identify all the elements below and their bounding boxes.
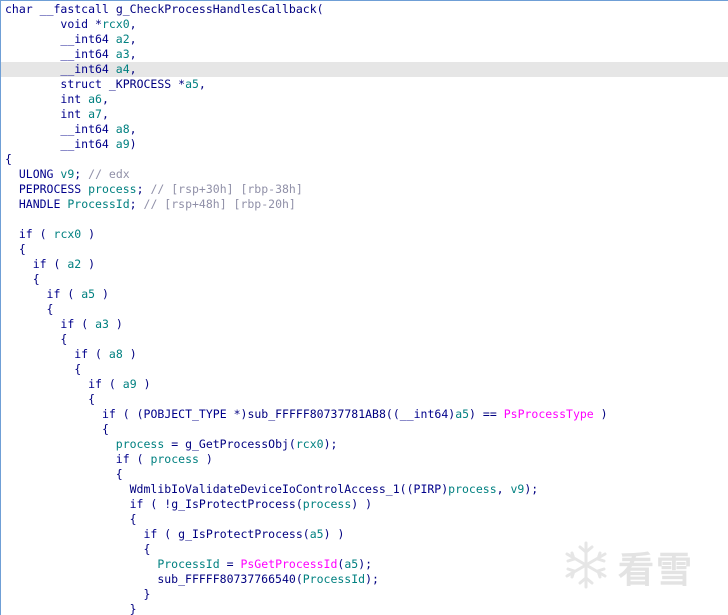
code-line[interactable]: __int64 a9) <box>1 137 728 152</box>
code-line[interactable]: if ( process ) <box>1 452 728 467</box>
code-line[interactable]: { <box>1 332 728 347</box>
code-line[interactable]: char __fastcall g_CheckProcessHandlesCal… <box>1 2 728 17</box>
code-line[interactable]: ULONG v9; // edx <box>1 167 728 182</box>
code-line[interactable]: int a7, <box>1 107 728 122</box>
code-line[interactable]: struct _KPROCESS *a5, <box>1 77 728 92</box>
code-line[interactable]: WdmlibIoValidateDeviceIoControlAccess_1(… <box>1 482 728 497</box>
code-line[interactable]: void *rcx0, <box>1 17 728 32</box>
code-line[interactable]: { <box>1 392 728 407</box>
code-line[interactable]: if ( a9 ) <box>1 377 728 392</box>
code-line[interactable]: __int64 a2, <box>1 32 728 47</box>
code-line[interactable]: if ( rcx0 ) <box>1 227 728 242</box>
code-line[interactable]: HANDLE ProcessId; // [rsp+48h] [rbp-20h] <box>1 197 728 212</box>
code-line[interactable]: { <box>1 467 728 482</box>
code-line[interactable]: if ( !g_IsProtectProcess(process) ) <box>1 497 728 512</box>
code-line[interactable]: process = g_GetProcessObj(rcx0); <box>1 437 728 452</box>
code-line[interactable]: int a6, <box>1 92 728 107</box>
code-line[interactable]: { <box>1 242 728 257</box>
pseudocode-view[interactable]: char __fastcall g_CheckProcessHandlesCal… <box>0 0 728 615</box>
code-line[interactable]: if ( a3 ) <box>1 317 728 332</box>
code-line[interactable]: { <box>1 512 728 527</box>
code-line[interactable]: { <box>1 152 728 167</box>
code-line[interactable]: __int64 a3, <box>1 47 728 62</box>
code-line[interactable]: { <box>1 422 728 437</box>
code-line[interactable]: { <box>1 542 728 557</box>
code-line[interactable]: if ( a8 ) <box>1 347 728 362</box>
code-line[interactable]: if ( a2 ) <box>1 257 728 272</box>
code-line[interactable]: if ( (POBJECT_TYPE *)sub_FFFFF80737781AB… <box>1 407 728 422</box>
code-line[interactable]: if ( a5 ) <box>1 287 728 302</box>
code-line[interactable]: { <box>1 362 728 377</box>
code-line[interactable]: sub_FFFFF80737766540(ProcessId); <box>1 572 728 587</box>
code-line[interactable]: { <box>1 302 728 317</box>
code-line[interactable]: if ( g_IsProtectProcess(a5) ) <box>1 527 728 542</box>
code-line[interactable] <box>1 212 728 227</box>
code-line[interactable]: { <box>1 272 728 287</box>
code-line[interactable]: } <box>1 602 728 615</box>
code-line[interactable]: } <box>1 587 728 602</box>
code-line[interactable]: __int64 a4, <box>1 62 728 77</box>
code-line[interactable]: PEPROCESS process; // [rsp+30h] [rbp-38h… <box>1 182 728 197</box>
code-line[interactable]: __int64 a8, <box>1 122 728 137</box>
code-line[interactable]: ProcessId = PsGetProcessId(a5); <box>1 557 728 572</box>
